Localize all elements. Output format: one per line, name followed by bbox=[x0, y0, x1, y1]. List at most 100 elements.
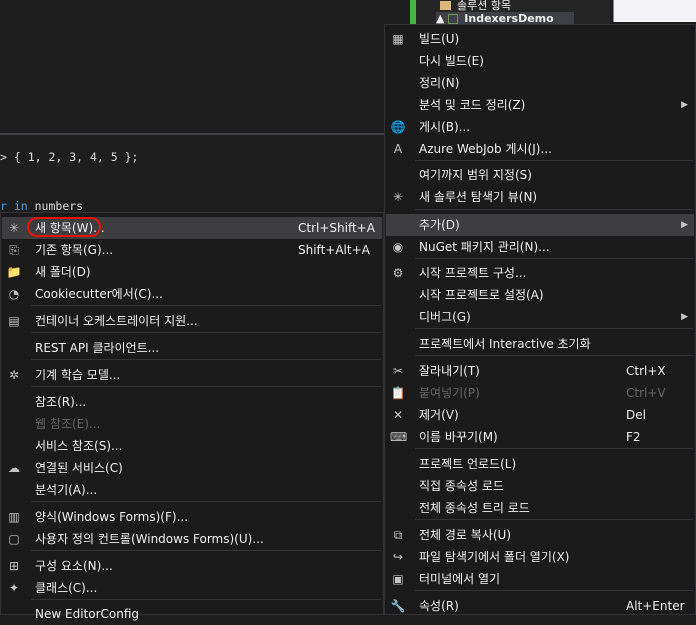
right-item-제거[interactable]: ✕ 제거(V) Del bbox=[386, 404, 694, 426]
gear-icon: ⚙ bbox=[392, 266, 404, 280]
right-item-NuGet-패키지-관리[interactable]: ◉ NuGet 패키지 관리(N)... bbox=[386, 236, 694, 258]
annotation-circle bbox=[27, 217, 101, 237]
menu-item-label: 웹 참조(E)... bbox=[35, 417, 101, 431]
right-item-디버그[interactable]: 디버그(G) ▶ bbox=[386, 306, 694, 328]
rename-icon: ⌨ bbox=[390, 430, 408, 444]
right-item-속성[interactable]: 🔧 속성(R) Alt+Enter bbox=[386, 595, 694, 617]
menu-item-label: 새 폴더(D) bbox=[35, 265, 91, 279]
menu-item-label: 프로젝트 언로드(L) bbox=[419, 457, 517, 471]
menu-item-label: 양식(Windows Forms)(F)... bbox=[35, 510, 189, 524]
menu-item-label: 기계 학습 모델... bbox=[35, 368, 121, 382]
menu-separator bbox=[31, 386, 381, 387]
left-item-컨테이너-오케스트레이터-지원[interactable]: ▤ 컨테이너 오케스트레이터 지원... bbox=[2, 310, 382, 332]
left-item-구성-요소[interactable]: ⊞ 구성 요소(N)... bbox=[2, 555, 382, 577]
menu-item-label: Cookiecutter에서(C)... bbox=[35, 287, 163, 301]
menu-item-label: 직접 종속성 로드 bbox=[419, 479, 504, 493]
menu-item-label: 분석기(A)... bbox=[35, 483, 98, 497]
right-item-전체-종속성-트리-로드[interactable]: 전체 종속성 트리 로드 bbox=[386, 497, 694, 519]
shortcut-label: Shift+Alt+A bbox=[298, 243, 370, 257]
class-icon: ✦ bbox=[8, 581, 20, 595]
left-item-웹-참조: 웹 참조(E)... bbox=[2, 413, 382, 435]
menu-item-label: 연결된 서비스(C) bbox=[35, 461, 123, 475]
container-icon: ▤ bbox=[8, 314, 20, 328]
user-control-icon: ▢ bbox=[8, 532, 20, 546]
right-item-시작-프로젝트로-설정[interactable]: 시작 프로젝트로 설정(A) bbox=[386, 284, 694, 306]
left-item-Cookiecutter에서[interactable]: ◔ Cookiecutter에서(C)... bbox=[2, 283, 382, 305]
menu-item-label: 시작 프로젝트로 설정(A) bbox=[419, 288, 544, 302]
left-item-New-EditorConfig[interactable]: New EditorConfig bbox=[2, 603, 382, 625]
connected-service-icon: ☁ bbox=[8, 461, 20, 475]
right-item-프로젝트에서-Interactive-초기화[interactable]: 프로젝트에서 Interactive 초기화 bbox=[386, 333, 694, 355]
shortcut-label: Del bbox=[626, 408, 646, 422]
right-item-프로젝트-언로드[interactable]: 프로젝트 언로드(L) bbox=[386, 453, 694, 475]
menu-separator bbox=[31, 305, 381, 306]
menu-separator bbox=[31, 332, 381, 333]
right-item-추가[interactable]: 추가(D) ▶ bbox=[386, 214, 694, 236]
right-item-게시[interactable]: 🌐 게시(B)... bbox=[386, 116, 694, 138]
menu-item-label: 컨테이너 오케스트레이터 지원... bbox=[35, 314, 198, 328]
menu-item-label: 분석 및 코드 정리(Z) bbox=[419, 98, 526, 112]
project-icon bbox=[448, 14, 459, 24]
left-item-참조[interactable]: 참조(R)... bbox=[2, 391, 382, 413]
menu-separator bbox=[31, 550, 381, 551]
right-item-파일-탐색기에서-폴더-열기[interactable]: ↪ 파일 탐색기에서 폴더 열기(X) bbox=[386, 546, 694, 568]
left-item-REST-API-클라이언트[interactable]: REST API 클라이언트... bbox=[2, 337, 382, 359]
menu-item-label: 여기까지 범위 지정(S) bbox=[419, 168, 532, 182]
menu-item-label: 속성(R) bbox=[419, 599, 459, 613]
menu-item-label: 참조(R)... bbox=[35, 395, 87, 409]
left-item-기계-학습-모델[interactable]: ✲ 기계 학습 모델... bbox=[2, 364, 382, 386]
menu-item-label: 잘라내기(T) bbox=[419, 364, 480, 378]
left-item-분석기[interactable]: 분석기(A)... bbox=[2, 479, 382, 501]
left-item-서비스-참조[interactable]: 서비스 참조(S)... bbox=[2, 435, 382, 457]
left-item-새-폴더[interactable]: 📁 새 폴더(D) bbox=[2, 261, 382, 283]
left-item-사용자-정의-컨트롤[interactable]: ▢ 사용자 정의 컨트롤(Windows Forms)(U)... bbox=[2, 528, 382, 550]
left-item-연결된-서비스[interactable]: ☁ 연결된 서비스(C) bbox=[2, 457, 382, 479]
menu-item-label: 기존 항목(G)... bbox=[35, 243, 114, 257]
nuget-icon: ◉ bbox=[392, 240, 404, 254]
menu-item-label: NuGet 패키지 관리(N)... bbox=[419, 240, 550, 254]
right-item-여기까지-범위-지정[interactable]: 여기까지 범위 지정(S) bbox=[386, 164, 694, 186]
menu-item-label: 이름 바꾸기(M) bbox=[419, 430, 498, 444]
editor-divider bbox=[0, 133, 384, 135]
right-item-빌드[interactable]: ▦ 빌드(U) bbox=[386, 28, 694, 50]
right-item-다시-빌드[interactable]: 다시 빌드(E) bbox=[386, 50, 694, 72]
submenu-arrow-icon: ▶ bbox=[681, 312, 688, 322]
menu-separator bbox=[415, 209, 693, 210]
right-item-붙여넣기: 📋 붙여넣기(P) Ctrl+V bbox=[386, 382, 694, 404]
menu-separator bbox=[31, 599, 381, 600]
right-item-새-솔루션-탐색기-뷰[interactable]: ✳ 새 솔루션 탐색기 뷰(N) bbox=[386, 186, 694, 208]
left-item-클래스[interactable]: ✦ 클래스(C)... bbox=[2, 577, 382, 599]
existing-item-icon: ⎘ bbox=[9, 243, 19, 257]
right-item-터미널에서-열기[interactable]: ▣ 터미널에서 열기 bbox=[386, 568, 694, 590]
right-item-직접-종속성-로드[interactable]: 직접 종속성 로드 bbox=[386, 475, 694, 497]
left-item-기존-항목[interactable]: ⎘ 기존 항목(G)... Shift+Alt+A bbox=[2, 239, 382, 261]
panel-fragment bbox=[613, 0, 696, 22]
menu-separator bbox=[415, 355, 693, 356]
right-item-정리[interactable]: 정리(N) bbox=[386, 72, 694, 94]
shortcut-label: Alt+Enter bbox=[626, 599, 685, 613]
right-item-시작-프로젝트-구성[interactable]: ⚙ 시작 프로젝트 구성... bbox=[386, 262, 694, 284]
ml-model-icon: ✲ bbox=[8, 368, 20, 382]
menu-item-label: 시작 프로젝트 구성... bbox=[419, 266, 527, 280]
menu-separator bbox=[31, 359, 381, 360]
menu-separator bbox=[415, 590, 693, 591]
menu-item-label: 전체 경로 복사(U) bbox=[419, 528, 512, 542]
right-item-잘라내기[interactable]: ✂ 잘라내기(T) Ctrl+X bbox=[386, 360, 694, 382]
menu-item-label: 사용자 정의 컨트롤(Windows Forms)(U)... bbox=[35, 532, 264, 546]
shortcut-label: F2 bbox=[626, 430, 641, 444]
right-item-Azure-WebJob-게시[interactable]: A Azure WebJob 게시(J)... bbox=[386, 138, 694, 160]
shortcut-label: Ctrl+Shift+A bbox=[298, 221, 375, 235]
project-context-menu: ▦ 빌드(U) 다시 빌드(E) 정리(N) 분석 및 코드 정리(Z) ▶ 🌐 게시(B).… bbox=[384, 24, 696, 615]
left-item-양식[interactable]: ▥ 양식(Windows Forms)(F)... bbox=[2, 506, 382, 528]
shortcut-label: Ctrl+X bbox=[626, 364, 666, 378]
azure-icon: A bbox=[393, 142, 403, 156]
menu-separator bbox=[415, 258, 693, 259]
right-item-전체-경로-복사[interactable]: ⧉ 전체 경로 복사(U) bbox=[386, 524, 694, 546]
menu-item-label: 추가(D) bbox=[419, 218, 460, 232]
component-icon: ⊞ bbox=[8, 559, 20, 573]
menu-item-label: 터미널에서 열기 bbox=[419, 572, 501, 586]
wrench-icon: 🔧 bbox=[390, 599, 406, 613]
right-item-분석-및-코드-정리[interactable]: 분석 및 코드 정리(Z) ▶ bbox=[386, 94, 694, 116]
right-item-이름-바꾸기[interactable]: ⌨ 이름 바꾸기(M) F2 bbox=[386, 426, 694, 448]
menu-item-label: 새 솔루션 탐색기 뷰(N) bbox=[419, 190, 538, 204]
